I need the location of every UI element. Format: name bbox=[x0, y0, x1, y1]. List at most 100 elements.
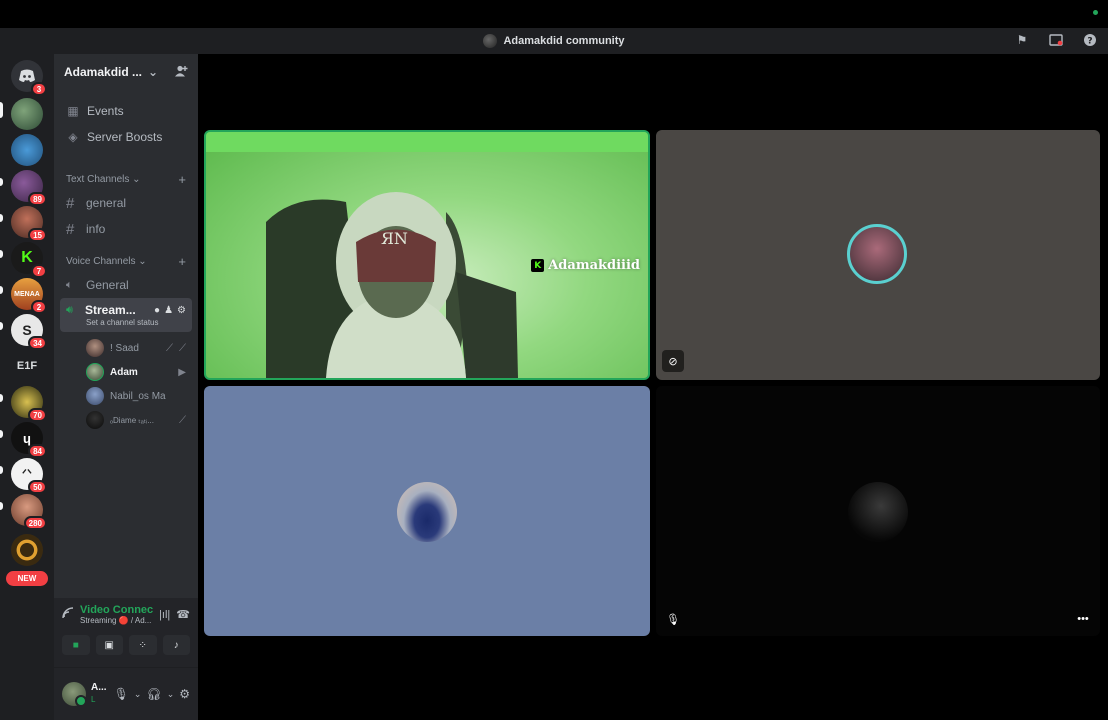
server-rail: 3 89 15 K7 MENAA 2 S 34 E1F 70 ɥ 84 ᐟᐠ 50 28… bbox=[0, 54, 54, 720]
status-dot bbox=[1093, 10, 1098, 15]
category-voice-label: Voice Channels bbox=[66, 255, 136, 267]
svg-text:ЯN: ЯN bbox=[381, 229, 408, 248]
server-1-icon[interactable] bbox=[11, 98, 43, 130]
avatar bbox=[86, 387, 104, 405]
signal-icon[interactable] bbox=[62, 607, 74, 622]
server-9-icon[interactable]: ɥ 84 bbox=[11, 422, 47, 458]
channel-status-text[interactable]: Set a channel status bbox=[66, 318, 159, 327]
calendar-icon: ▦ bbox=[67, 104, 79, 118]
unread-badge: 50 bbox=[28, 480, 47, 494]
server-indicator-pill bbox=[0, 466, 3, 474]
server-indicator-pill bbox=[0, 250, 3, 258]
svg-text:?: ? bbox=[1087, 37, 1092, 47]
server-6-icon[interactable]: MENAA 2 bbox=[11, 278, 47, 314]
voice-user[interactable]: Nabil_os Ma bbox=[54, 384, 198, 408]
user-info[interactable]: A... L bbox=[91, 682, 109, 706]
unread-badge: 70 bbox=[28, 408, 47, 422]
voice-user-name: Adam bbox=[110, 366, 138, 378]
chevron-down-icon[interactable]: ⌄ bbox=[167, 689, 175, 700]
server-3-icon[interactable]: 89 bbox=[11, 170, 47, 206]
chevron-down-icon: ⌄ bbox=[132, 173, 141, 185]
soundboard-button[interactable]: ♪ bbox=[162, 635, 190, 655]
server-11-icon[interactable]: 280 bbox=[11, 494, 47, 530]
screen-share-icon: ▣ bbox=[104, 639, 114, 651]
chevron-down-icon[interactable]: ⌄ bbox=[134, 689, 142, 700]
camera-button[interactable]: ■ bbox=[62, 635, 90, 655]
camera-icon: ■ bbox=[72, 639, 79, 651]
more-options-icon[interactable]: ••• bbox=[1072, 608, 1094, 630]
muted-icon: ⟋ bbox=[166, 342, 173, 354]
server-name: Adamakdid ... bbox=[64, 65, 143, 79]
voice-channel-stream[interactable]: 🔊︎ Stream... ● ♟ ⚙ Set a channel status bbox=[60, 298, 192, 332]
inbox-icon[interactable] bbox=[1048, 32, 1064, 48]
discord-home-icon[interactable]: 3 bbox=[11, 60, 47, 96]
category-voice-channels[interactable]: Voice Channels ⌄ + bbox=[54, 250, 198, 272]
unread-badge: 15 bbox=[28, 228, 47, 242]
voice-channel-stream-label: Stream... bbox=[85, 303, 136, 317]
server-7-icon[interactable]: S 34 bbox=[11, 314, 47, 350]
participant-tile[interactable]: 🎙︎ ••• bbox=[656, 386, 1100, 636]
channel-info-label: info bbox=[86, 222, 106, 236]
user-status: L bbox=[91, 695, 96, 704]
nav-events[interactable]: ▦ Events bbox=[54, 98, 198, 124]
server-4-icon[interactable]: 15 bbox=[11, 206, 47, 242]
server-10-icon[interactable]: ᐟᐠ 50 bbox=[11, 458, 47, 494]
title-bar: Adamakdid community ⚑ ? bbox=[0, 0, 1108, 54]
gear-icon[interactable]: ⚙ bbox=[179, 687, 190, 701]
voice-status-title[interactable]: Video Connecte bbox=[80, 604, 153, 616]
stream-tile[interactable]: ЯN K Adamakdiiid bbox=[204, 130, 650, 380]
voice-user-name: ₒDiame ₜₐₜᵢ... bbox=[110, 415, 154, 425]
participant-tile[interactable] bbox=[204, 386, 650, 636]
muted-icon: 🎙︎ bbox=[666, 613, 680, 626]
voice-user[interactable]: ! Saad ⟋ ⟋ bbox=[54, 336, 198, 360]
channel-info[interactable]: # info bbox=[54, 216, 198, 242]
voice-user-name: ! Saad bbox=[110, 342, 139, 354]
nav-server-boosts[interactable]: ◈ Server Boosts bbox=[54, 124, 198, 150]
server-8-icon[interactable]: 70 bbox=[11, 386, 47, 422]
kick-icon: K bbox=[531, 259, 545, 272]
help-icon[interactable]: ? bbox=[1082, 32, 1098, 48]
screen-share-button[interactable]: ▣ bbox=[95, 635, 123, 655]
voice-status-subtitle: Streaming 🔴 / Ad... bbox=[80, 616, 152, 625]
flag-icon[interactable]: ⚑ bbox=[1014, 32, 1030, 48]
activities-button[interactable]: ⁘ bbox=[129, 635, 157, 655]
voice-channel-general[interactable]: 🔈︎ General bbox=[54, 272, 198, 298]
channel-general[interactable]: # general bbox=[54, 190, 198, 216]
window-title-text: Adamakdid community bbox=[503, 35, 625, 47]
speaker-icon: 🔊︎ bbox=[66, 303, 73, 316]
unread-badge: 34 bbox=[28, 336, 47, 350]
microphone-icon[interactable]: 🎙︎ bbox=[114, 687, 129, 701]
server-2-icon[interactable] bbox=[11, 134, 43, 166]
server-5-icon[interactable]: K7 bbox=[11, 242, 47, 278]
server-indicator-pill bbox=[0, 214, 3, 222]
server-indicator-pill bbox=[0, 178, 3, 186]
voice-user[interactable]: ₒDiame ₜₐₜᵢ... ⟋ bbox=[54, 408, 198, 432]
headphones-icon[interactable]: 🎧︎ bbox=[146, 687, 161, 701]
voice-channel-general-label: General bbox=[86, 278, 129, 292]
new-servers-badge[interactable]: NEW bbox=[6, 571, 48, 586]
gear-icon[interactable]: ⚙ bbox=[177, 305, 186, 316]
add-channel-icon[interactable]: + bbox=[178, 172, 186, 187]
server-e1f-label[interactable]: E1F bbox=[11, 360, 43, 372]
avatar[interactable] bbox=[62, 682, 87, 707]
nav-server-boosts-label: Server Boosts bbox=[87, 130, 163, 144]
disconnect-icon[interactable]: ☎ bbox=[176, 608, 190, 621]
avatar bbox=[86, 411, 104, 429]
speaker-icon: 🔈︎ bbox=[66, 278, 73, 291]
participant-tile[interactable]: ⊘ bbox=[656, 130, 1100, 380]
channel-general-label: general bbox=[86, 196, 127, 210]
soundboard-icon: ♪ bbox=[173, 639, 179, 651]
chat-bubble-icon[interactable]: ● bbox=[154, 305, 160, 316]
server-header[interactable]: Adamakdid ... ⌄ bbox=[54, 54, 198, 90]
add-channel-icon[interactable]: + bbox=[178, 254, 186, 269]
stream-name-label: K Adamakdiiid bbox=[531, 258, 640, 273]
invite-people-icon[interactable] bbox=[174, 65, 188, 80]
noise-suppression-icon[interactable]: |ıl| bbox=[159, 609, 170, 621]
server-12-icon[interactable] bbox=[11, 534, 43, 566]
deafened-icon: ⟋ bbox=[179, 342, 186, 354]
voice-user[interactable]: Adam ▶ bbox=[54, 360, 198, 384]
unread-badge: 280 bbox=[23, 516, 47, 530]
invite-icon[interactable]: ♟ bbox=[164, 305, 173, 316]
category-text-channels[interactable]: Text Channels ⌄ + bbox=[54, 168, 198, 190]
voice-connection-panel: Video Connecte Streaming 🔴 / Ad... |ıl| … bbox=[54, 598, 198, 668]
